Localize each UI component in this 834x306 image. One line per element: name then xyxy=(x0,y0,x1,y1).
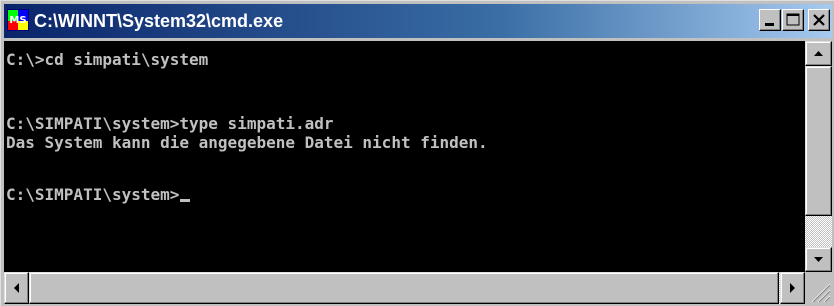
cmd-window: MS C:\WINNT\System32\cmd.exe C:\>cd simp… xyxy=(0,0,834,306)
scroll-right-button[interactable] xyxy=(780,272,805,304)
arrow-left-icon xyxy=(14,283,19,293)
horizontal-scrollbar[interactable] xyxy=(4,272,805,304)
scroll-left-button[interactable] xyxy=(4,272,29,304)
resize-grip[interactable] xyxy=(805,272,832,304)
minimize-icon xyxy=(765,23,774,26)
close-button[interactable] xyxy=(808,9,830,31)
console-line: C:\SIMPATI\system>type simpati.adr xyxy=(6,114,334,133)
arrow-up-icon xyxy=(814,51,823,56)
console-prompt-line: C:\SIMPATI\system> xyxy=(6,185,191,204)
scroll-down-button[interactable] xyxy=(805,247,832,272)
ms-dos-icon-label: MS xyxy=(9,15,26,26)
maximize-button[interactable] xyxy=(782,9,804,31)
resize-grip-icon xyxy=(811,283,831,303)
text-cursor xyxy=(180,199,191,202)
ms-dos-icon[interactable]: MS xyxy=(7,9,29,31)
console-line: Das System kann die angegebene Datei nic… xyxy=(6,133,488,152)
title-bar[interactable]: MS C:\WINNT\System32\cmd.exe xyxy=(4,4,832,38)
close-icon xyxy=(813,14,825,26)
scroll-up-button[interactable] xyxy=(805,41,832,66)
horizontal-scroll-thumb[interactable] xyxy=(29,272,779,304)
console-prompt: C:\SIMPATI\system> xyxy=(6,185,180,204)
window-title: C:\WINNT\System32\cmd.exe xyxy=(34,11,284,31)
maximize-icon xyxy=(786,13,800,26)
vertical-scroll-thumb[interactable] xyxy=(805,66,832,216)
minimize-button[interactable] xyxy=(759,9,781,31)
console-line: C:\>cd simpati\system xyxy=(6,50,209,69)
vertical-scrollbar[interactable] xyxy=(805,41,832,272)
arrow-down-icon xyxy=(814,257,823,262)
arrow-right-icon xyxy=(790,283,795,293)
console-output[interactable]: C:\>cd simpati\system C:\SIMPATI\system>… xyxy=(4,41,805,272)
